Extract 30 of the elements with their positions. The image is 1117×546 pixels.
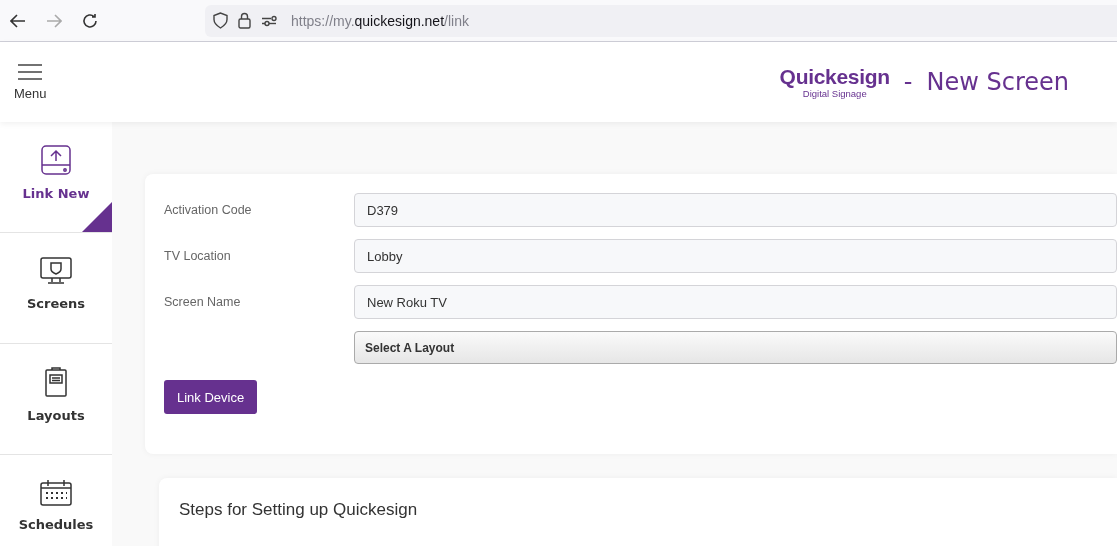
calendar-icon <box>39 478 73 507</box>
logo: Quickesign Digital Signage <box>779 65 890 99</box>
upload-icon <box>40 143 72 176</box>
menu-button[interactable]: Menu <box>14 63 47 101</box>
steps-title: Steps for Setting up Quickesign <box>179 500 418 519</box>
input-field[interactable]: Lobby <box>354 239 1117 273</box>
sidebar-item[interactable]: Link New <box>0 122 112 233</box>
input-field[interactable]: New Roku TV <box>354 285 1117 319</box>
address-bar[interactable]: https://my.quickesign.net/link <box>205 4 1117 37</box>
sidebar-item[interactable]: Layouts <box>0 344 112 455</box>
menu-icon <box>18 63 43 80</box>
clipboard-icon <box>44 365 68 398</box>
forward-arrow-icon <box>46 13 62 28</box>
monitor-icon <box>39 255 73 286</box>
lock-icon <box>238 12 251 29</box>
title-separator: - <box>903 68 913 96</box>
layout-select[interactable]: Select A Layout <box>354 331 1117 364</box>
field-label: TV Location <box>164 249 232 263</box>
field-label: Activation Code <box>164 203 253 217</box>
page-title: New Screen <box>926 68 1069 96</box>
link-device-button[interactable]: Link Device <box>164 380 258 414</box>
back-arrow-icon <box>10 13 26 28</box>
field-label: Screen Name <box>164 295 242 309</box>
reload-icon <box>82 12 98 29</box>
sidebar-item[interactable]: Screens <box>0 233 112 344</box>
shield-icon <box>213 12 228 29</box>
url-text: https://my.quickesign.net/link <box>291 12 469 29</box>
sliders-icon <box>261 14 277 27</box>
input-field[interactable]: D379 <box>354 193 1117 227</box>
sidebar-item[interactable]: Schedules <box>0 455 112 546</box>
